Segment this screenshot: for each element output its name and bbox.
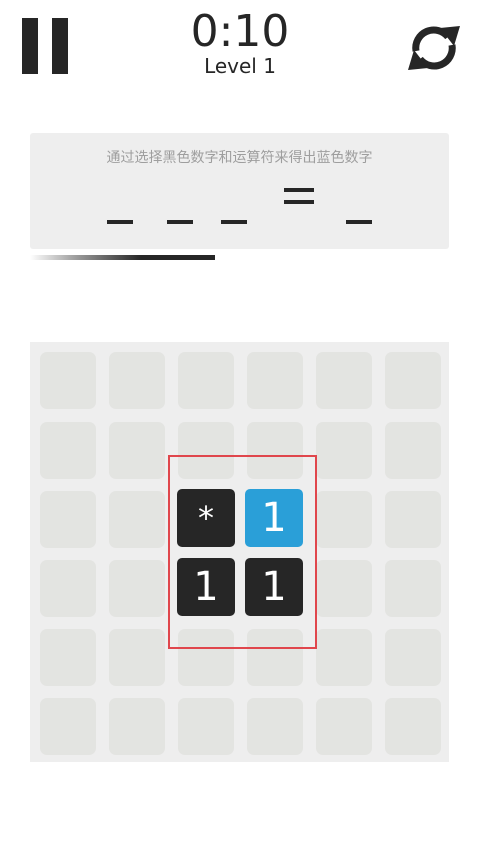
tile-operator-multiply[interactable]: * <box>177 489 235 547</box>
board-cell[interactable] <box>40 352 96 409</box>
board-cell[interactable] <box>385 560 441 617</box>
board-cell[interactable] <box>247 352 303 409</box>
board-cell[interactable] <box>385 629 441 686</box>
board-cell[interactable] <box>178 422 234 479</box>
tile-target-number[interactable]: 1 <box>245 489 303 547</box>
restart-icon <box>408 26 460 70</box>
instruction-text: 通过选择黑色数字和运算符来得出蓝色数字 <box>106 150 373 166</box>
equation-slot-3 <box>221 220 247 224</box>
level-label: Level 1 <box>204 54 276 78</box>
equation-panel: 通过选择黑色数字和运算符来得出蓝色数字 <box>30 133 449 249</box>
board-cell[interactable] <box>109 422 165 479</box>
board-cell[interactable] <box>316 629 372 686</box>
equation-slot-2 <box>167 220 193 224</box>
board-cell[interactable] <box>40 560 96 617</box>
board-cell[interactable] <box>385 422 441 479</box>
tile-label: 1 <box>193 564 219 610</box>
board-cell[interactable] <box>109 698 165 755</box>
time-progress-bar <box>30 255 215 260</box>
board-cell[interactable] <box>109 560 165 617</box>
tile-number[interactable]: 1 <box>245 558 303 616</box>
board-cell[interactable] <box>178 629 234 686</box>
board-cell[interactable] <box>109 352 165 409</box>
board-cell[interactable] <box>247 422 303 479</box>
board-cell[interactable] <box>40 629 96 686</box>
board-cell[interactable] <box>40 491 96 548</box>
equation-slot-1 <box>107 220 133 224</box>
board-cell[interactable] <box>316 560 372 617</box>
board-cell[interactable] <box>385 352 441 409</box>
pause-button[interactable] <box>22 18 68 74</box>
board-cell[interactable] <box>316 491 372 548</box>
board-cell[interactable] <box>40 422 96 479</box>
board-cell[interactable] <box>178 698 234 755</box>
board-cell[interactable] <box>109 491 165 548</box>
board-cell[interactable] <box>385 491 441 548</box>
tile-label: 1 <box>261 564 287 610</box>
board-cell[interactable] <box>316 352 372 409</box>
tile-label: 1 <box>261 495 287 541</box>
board-cell[interactable] <box>316 422 372 479</box>
tile-label: * <box>198 499 214 537</box>
board-cell[interactable] <box>316 698 372 755</box>
timer: 0:10 <box>190 6 290 57</box>
tile-number[interactable]: 1 <box>177 558 235 616</box>
board-cell[interactable] <box>109 629 165 686</box>
board-cell[interactable] <box>40 698 96 755</box>
board-cell[interactable] <box>385 698 441 755</box>
restart-button[interactable] <box>402 18 466 78</box>
equation-result-slot <box>346 220 372 224</box>
board-cell[interactable] <box>178 352 234 409</box>
board-cell[interactable] <box>247 629 303 686</box>
board-cell[interactable] <box>247 698 303 755</box>
